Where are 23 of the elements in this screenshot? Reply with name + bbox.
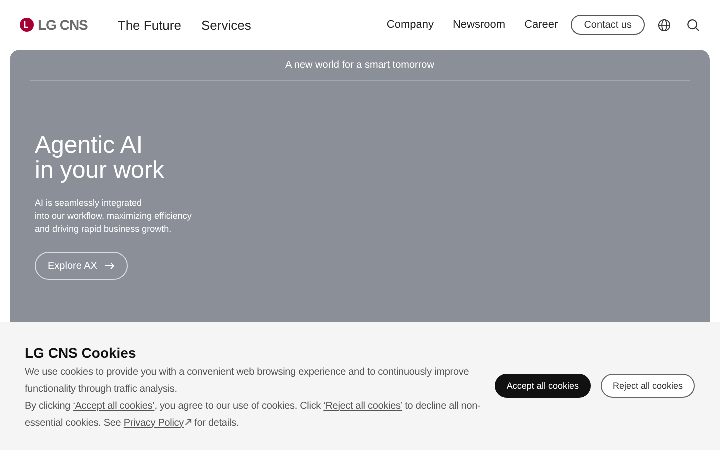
search-icon[interactable] xyxy=(687,18,700,32)
nav-link[interactable]: The Future xyxy=(118,18,182,32)
nav-link[interactable]: Company xyxy=(386,19,434,31)
cookie-consent-text: By clicking ‘Accept all cookies’, you agree to our use of cookies. Click ‘Reject all cookies’ to decline all non-essential cookies. See Privacy Policy for details. xyxy=(25,400,482,430)
hero-description: AI is seamlessly integrated into our workflow, maximizing efficiency and driving rapid business growth. xyxy=(35,197,192,236)
cookie-link[interactable]: ‘Reject all cookies’ xyxy=(324,400,403,412)
external-link-icon xyxy=(184,418,192,426)
contact-button[interactable]: Contact us xyxy=(571,15,645,35)
hero-heading: Agentic AI in your work xyxy=(35,133,164,183)
arrow-right-icon xyxy=(105,262,116,270)
cookie-description: We use cookies to provide you with a convenient web browsing experience and to continuously improve functionality through traffic analysis. xyxy=(25,366,470,396)
logo-icon xyxy=(20,18,34,32)
privacy-policy-link[interactable]: Privacy Policy xyxy=(124,418,192,428)
logo-text: LG CNS xyxy=(38,17,88,33)
nav-link[interactable]: Newsroom xyxy=(452,19,506,31)
globe-icon[interactable] xyxy=(658,18,671,32)
accept-cookies-button[interactable]: Accept all cookies xyxy=(494,374,591,398)
hero-tagline: A new world for a smart tomorrow xyxy=(286,60,434,71)
nav-link[interactable]: Career xyxy=(524,19,558,31)
nav-link[interactable]: Services xyxy=(201,18,252,32)
reject-cookies-button[interactable]: Reject all cookies xyxy=(600,374,695,398)
cookie-title: LG CNS Cookies xyxy=(25,344,138,360)
cookie-link[interactable]: ‘Accept all cookies’ xyxy=(73,400,155,412)
